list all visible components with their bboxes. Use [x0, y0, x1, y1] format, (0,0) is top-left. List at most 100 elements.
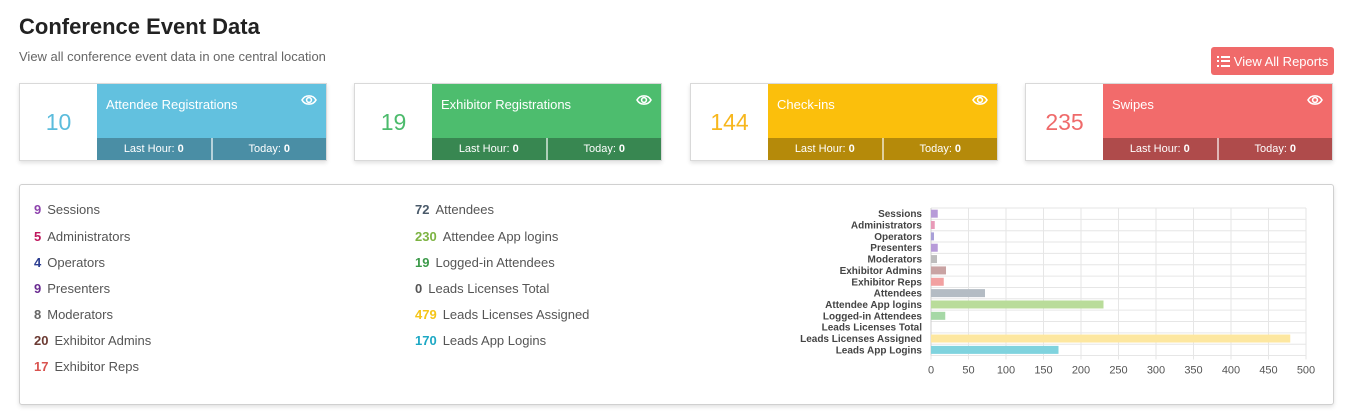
stat-label: Attendee App logins — [442, 229, 559, 244]
card-count: 235 — [1045, 108, 1084, 135]
stat-label: Leads Licenses Assigned — [442, 307, 590, 322]
stat-label: Leads Licenses Total — [428, 281, 550, 296]
stat-leads-app-logins: 170 Leads App Logins — [415, 333, 546, 348]
stat-value: 4 — [34, 255, 42, 270]
stat-logged-in-attendees: 19 Logged-in Attendees — [415, 255, 555, 270]
stat-value: 0 — [415, 281, 423, 296]
stat-label: Logged-in Attendees — [435, 255, 555, 270]
stats-bar-chart: 0 50 100 150 200 250 300 350 400 450 500 SessionsAd… — [800, 207, 1315, 377]
y-tick-label: Exhibitor Admins — [840, 266, 923, 277]
x-tick-label: 50 — [962, 365, 974, 377]
stat-value: 19 — [415, 255, 430, 270]
bar — [931, 300, 1104, 309]
card-title: Exhibitor Registrations — [441, 97, 572, 112]
stat-label: Moderators — [47, 307, 113, 322]
stat-value: 9 — [34, 281, 42, 296]
card-count: 144 — [710, 108, 749, 135]
y-tick-label: Attendee App logins — [825, 300, 922, 311]
x-tick-label: 0 — [928, 365, 934, 377]
x-tick-label: 100 — [997, 365, 1015, 377]
view-all-reports-label: View All Reports — [1233, 53, 1329, 69]
stat-value: 479 — [415, 307, 437, 322]
today-stat: Today: 0 — [545, 138, 662, 160]
bar — [931, 221, 935, 230]
stat-moderators: 8 Moderators — [34, 307, 113, 322]
y-tick-label: Administrators — [851, 221, 923, 232]
stat-value: 9 — [34, 202, 42, 217]
today-label: Today: — [583, 143, 616, 155]
stat-value: 8 — [34, 307, 42, 322]
eye-icon[interactable] — [1307, 93, 1323, 111]
today-stat: Today: 0 — [881, 138, 998, 160]
y-tick-label: Leads Licenses Total — [822, 323, 923, 334]
bar — [931, 243, 938, 252]
today-value: 0 — [954, 143, 962, 155]
x-tick-label: 350 — [1184, 365, 1202, 377]
card-title: Attendee Registrations — [106, 97, 238, 112]
stat-value: 72 — [415, 202, 430, 217]
card-count: 10 — [45, 108, 72, 135]
last-hour-value: 0 — [1183, 143, 1190, 155]
card-panel: Exhibitor Registrations Last Hour: 0 Toda… — [432, 84, 661, 160]
card-check-ins: 144 Check-ins Last Hour: 0 Today: 0 — [690, 83, 998, 161]
last-hour-label: Last Hour: — [458, 143, 510, 155]
x-tick-label: 500 — [1297, 365, 1315, 377]
page-title: Conference Event Data — [19, 14, 260, 39]
x-tick-label: 250 — [1109, 365, 1127, 377]
card-panel: Attendee Registrations Last Hour: 0 Today… — [97, 84, 326, 160]
card-attendee-registrations: 10 Attendee Registrations Last Hour: 0 To… — [19, 83, 327, 161]
stat-leads-licenses-total: 0 Leads Licenses Total — [415, 281, 549, 296]
today-label: Today: — [919, 143, 952, 155]
bar — [931, 209, 938, 218]
stat-label: Attendees — [435, 202, 495, 217]
card-swipes: 235 Swipes Last Hour: 0 Today: 0 — [1025, 83, 1333, 161]
today-value: 0 — [618, 143, 626, 155]
stat-leads-licenses-assigned: 479 Leads Licenses Assigned — [415, 307, 589, 322]
y-tick-label: Logged-in Attendees — [823, 311, 923, 322]
stat-value: 20 — [34, 333, 49, 348]
card-title: Check-ins — [777, 97, 835, 112]
eye-icon[interactable] — [972, 93, 988, 111]
stat-value: 17 — [34, 359, 49, 374]
today-stat: Today: 0 — [210, 138, 327, 160]
last-hour-stat: Last Hour: 0 — [768, 138, 882, 160]
stat-operators: 4 Operators — [34, 255, 105, 270]
page-subtitle: View all conference event data in one ce… — [19, 49, 326, 64]
bar — [931, 277, 944, 286]
card-title: Swipes — [1112, 97, 1154, 112]
x-tick-label: 450 — [1259, 365, 1277, 377]
y-tick-label: Leads Licenses Assigned — [800, 334, 922, 345]
today-label: Today: — [1254, 143, 1287, 155]
last-hour-stat: Last Hour: 0 — [97, 138, 211, 160]
eye-icon[interactable] — [301, 93, 317, 111]
view-all-reports-button[interactable]: View All Reports — [1211, 47, 1334, 75]
y-tick-label: Operators — [874, 232, 922, 243]
stat-label: Exhibitor Admins — [54, 333, 152, 348]
stat-presenters: 9 Presenters — [34, 281, 110, 296]
stat-value: 170 — [415, 333, 437, 348]
bar — [931, 266, 946, 275]
bar — [931, 345, 1059, 354]
last-hour-label: Last Hour: — [794, 143, 846, 155]
card-exhibitor-registrations: 19 Exhibitor Registrations Last Hour: 0 T… — [354, 83, 662, 161]
stat-value: 230 — [415, 229, 437, 244]
stat-attendee-app-logins: 230 Attendee App logins — [415, 229, 558, 244]
last-hour-stat: Last Hour: 0 — [432, 138, 546, 160]
y-tick-label: Leads App Logins — [836, 345, 923, 356]
today-stat: Today: 0 — [1216, 138, 1333, 160]
stat-value: 5 — [34, 229, 42, 244]
last-hour-value: 0 — [512, 143, 519, 155]
stat-label: Exhibitor Reps — [54, 359, 140, 374]
last-hour-label: Last Hour: — [1129, 143, 1181, 155]
list-icon — [1216, 55, 1230, 67]
stat-label: Operators — [47, 255, 106, 270]
stat-attendees: 72 Attendees — [415, 202, 494, 217]
card-panel: Check-ins Last Hour: 0 Today: 0 — [768, 84, 997, 160]
bar — [931, 232, 934, 241]
today-label: Today: — [248, 143, 281, 155]
stat-label: Sessions — [47, 202, 100, 217]
stat-label: Administrators — [47, 229, 131, 244]
eye-icon[interactable] — [636, 93, 652, 111]
bar — [931, 289, 985, 298]
today-value: 0 — [283, 143, 291, 155]
